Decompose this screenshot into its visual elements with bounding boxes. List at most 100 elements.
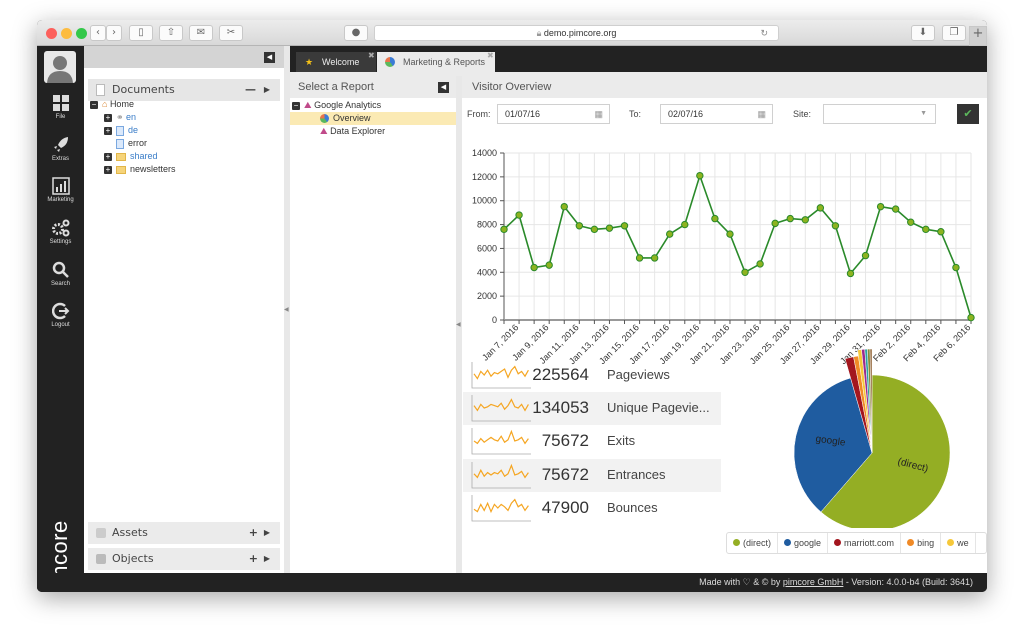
legend-item[interactable]: bing bbox=[901, 533, 942, 553]
calendar-icon[interactable]: ▦ bbox=[757, 105, 766, 123]
data-point[interactable] bbox=[846, 269, 855, 278]
data-point[interactable] bbox=[590, 225, 599, 234]
objects-accordion-header[interactable]: Objects + ▶ bbox=[88, 548, 280, 570]
from-date-field[interactable]: 01/07/16 ▦ bbox=[497, 104, 610, 124]
splitter-arrow-icon[interactable]: ◀ bbox=[456, 321, 461, 328]
data-point[interactable] bbox=[605, 224, 614, 232]
tree-node-shared[interactable]: + shared bbox=[104, 150, 158, 163]
data-point[interactable] bbox=[515, 211, 523, 219]
data-point[interactable] bbox=[861, 251, 870, 260]
expand-node-icon[interactable]: + bbox=[104, 113, 112, 122]
data-point[interactable] bbox=[696, 171, 704, 180]
nav-settings[interactable]: Settings bbox=[37, 219, 84, 245]
legend-item[interactable]: google bbox=[778, 533, 829, 553]
close-tab-icon[interactable]: ✖ bbox=[368, 46, 375, 66]
legend-item[interactable]: marriott.com bbox=[828, 533, 902, 553]
data-point[interactable] bbox=[530, 263, 538, 272]
close-window-button[interactable] bbox=[46, 28, 57, 39]
data-point[interactable] bbox=[922, 225, 930, 234]
collapse-left-panel-button[interactable]: ◀ bbox=[264, 52, 275, 63]
data-point[interactable] bbox=[891, 205, 900, 213]
data-point[interactable] bbox=[952, 263, 960, 272]
tree-node-error[interactable]: error bbox=[116, 137, 147, 150]
y-tick-label: 6000 bbox=[477, 243, 497, 253]
assets-accordion-header[interactable]: Assets + ▶ bbox=[88, 522, 280, 544]
tab-marketing-reports[interactable]: Marketing & Reports ✖ bbox=[377, 51, 495, 72]
site-select[interactable]: ▼ bbox=[823, 104, 936, 124]
add-object-icon[interactable]: + bbox=[249, 548, 258, 570]
report-node-data-explorer[interactable]: ⛰ Data Explorer bbox=[320, 125, 385, 138]
forward-icon[interactable]: › bbox=[106, 25, 122, 41]
expand-arrow-icon[interactable]: ▶ bbox=[264, 548, 270, 570]
download-icon[interactable]: ⬇ bbox=[911, 25, 935, 41]
expand-node-icon[interactable]: + bbox=[104, 126, 112, 135]
data-point[interactable] bbox=[741, 268, 749, 276]
apply-filter-button[interactable]: ✔ bbox=[957, 104, 979, 124]
dropdown-arrow-icon[interactable]: ▼ bbox=[920, 105, 927, 123]
screenshot-icon[interactable]: ✂ bbox=[219, 25, 243, 41]
report-node-google-analytics[interactable]: − ⛰ Google Analytics bbox=[292, 99, 381, 112]
evernote-icon[interactable]: ● bbox=[344, 25, 368, 41]
collapse-icon[interactable]: — bbox=[245, 79, 256, 101]
tree-node-newsletters[interactable]: + newsletters bbox=[104, 163, 176, 176]
back-icon[interactable]: ‹ bbox=[90, 25, 106, 41]
reload-icon[interactable]: ↻ bbox=[760, 26, 768, 40]
tree-node-en[interactable]: + ⚭ en bbox=[104, 111, 136, 124]
to-date-field[interactable]: 02/07/16 ▦ bbox=[660, 104, 773, 124]
new-tab-icon[interactable]: + bbox=[969, 26, 987, 46]
sidebar-icon[interactable]: ▯ bbox=[129, 25, 153, 41]
report-node-overview[interactable]: Overview bbox=[290, 112, 456, 125]
data-point[interactable] bbox=[937, 228, 945, 236]
pimcore-gmbh-link[interactable]: pimcore GmbH bbox=[783, 577, 844, 587]
minimize-window-button[interactable] bbox=[61, 28, 72, 39]
data-point[interactable] bbox=[650, 254, 659, 262]
data-point[interactable] bbox=[711, 214, 719, 223]
expand-arrow-icon[interactable]: ▶ bbox=[264, 522, 270, 544]
expand-node-icon[interactable]: + bbox=[104, 165, 112, 174]
collapse-node-icon[interactable]: − bbox=[292, 101, 300, 110]
tree-node-de[interactable]: + de bbox=[104, 124, 138, 137]
close-tab-icon[interactable]: ✖ bbox=[487, 46, 494, 66]
data-point[interactable] bbox=[907, 218, 915, 226]
add-asset-icon[interactable]: + bbox=[249, 522, 258, 544]
expand-arrow-icon[interactable]: ▶ bbox=[264, 79, 270, 101]
tabs-overview-icon[interactable]: ❐ bbox=[942, 25, 966, 41]
data-point[interactable] bbox=[560, 202, 568, 211]
address-bar[interactable]: 🔒︎ demo.pimcore.org ↻ bbox=[374, 25, 779, 41]
data-point[interactable] bbox=[545, 261, 553, 269]
data-point[interactable] bbox=[726, 230, 734, 238]
footer-version: - Version: 4.0.0-b4 (Build: 3641) bbox=[845, 577, 973, 587]
data-point[interactable] bbox=[681, 220, 689, 229]
legend-item[interactable]: (direct) bbox=[727, 533, 779, 553]
data-point[interactable] bbox=[967, 313, 975, 322]
data-point[interactable] bbox=[816, 204, 825, 212]
data-point[interactable] bbox=[666, 230, 674, 238]
legend-item[interactable]: we bbox=[941, 533, 976, 553]
calendar-icon[interactable]: ▦ bbox=[594, 105, 603, 123]
tree-node-home[interactable]: − ⌂ Home bbox=[90, 98, 134, 111]
tab-welcome[interactable]: ★ Welcome ✖ bbox=[296, 51, 376, 72]
data-point[interactable] bbox=[876, 202, 885, 211]
data-point[interactable] bbox=[635, 254, 644, 262]
expand-node-icon[interactable]: + bbox=[104, 152, 112, 161]
data-point[interactable] bbox=[786, 214, 794, 223]
nav-extras[interactable]: Extras bbox=[37, 136, 84, 162]
collapse-report-panel-button[interactable]: ◀ bbox=[438, 82, 449, 93]
zoom-window-button[interactable] bbox=[76, 28, 87, 39]
nav-marketing[interactable]: Marketing bbox=[37, 177, 84, 203]
data-point[interactable] bbox=[756, 260, 764, 268]
nav-file[interactable]: File bbox=[37, 94, 84, 120]
collapse-node-icon[interactable]: − bbox=[90, 100, 98, 109]
avatar[interactable] bbox=[44, 51, 76, 83]
data-point[interactable] bbox=[620, 222, 629, 230]
nav-logout[interactable]: Logout bbox=[37, 302, 84, 328]
data-point[interactable] bbox=[801, 216, 809, 224]
nav-search[interactable]: Search bbox=[37, 261, 84, 287]
mail-icon[interactable]: ✉ bbox=[189, 25, 213, 41]
share-icon[interactable]: ⇧ bbox=[159, 25, 183, 41]
data-point[interactable] bbox=[575, 222, 584, 230]
data-point[interactable] bbox=[771, 219, 779, 228]
data-point[interactable] bbox=[500, 225, 508, 234]
data-point[interactable] bbox=[831, 222, 840, 230]
splitter-arrow-icon[interactable]: ◀ bbox=[284, 306, 289, 313]
